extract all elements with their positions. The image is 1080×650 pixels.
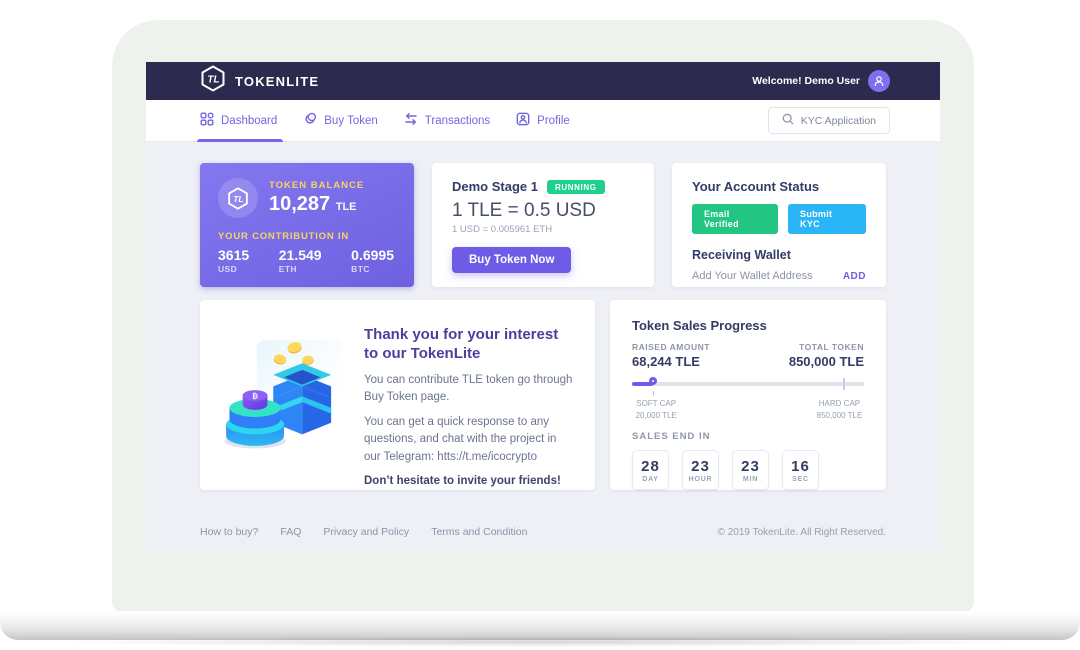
nav-tab-buy-token[interactable]: Buy Token bbox=[303, 100, 378, 142]
total-token-block: TOTAL TOKEN 850,000 TLE bbox=[789, 342, 864, 369]
sale-stage-card: Demo Stage 1 RUNNING 1 TLE = 0.5 USD 1 U… bbox=[432, 163, 654, 287]
tokenlite-app-window: TL TOKENLITE Welcome! Demo User bbox=[146, 62, 940, 552]
account-status-title: Your Account Status bbox=[692, 179, 866, 194]
dashboard-icon bbox=[200, 112, 214, 129]
countdown-days: 28 DAY bbox=[632, 450, 669, 490]
contribution-row: 3615 USD 21.549 ETH 0.6995 BTC bbox=[218, 247, 396, 274]
token-balance-label: TOKEN BALANCE bbox=[269, 180, 364, 191]
token-sales-progress-card: Token Sales Progress RAISED AMOUNT 68,24… bbox=[610, 300, 886, 490]
token-logo-icon: TL bbox=[218, 178, 258, 218]
token-balance-unit: TLE bbox=[336, 201, 357, 213]
welcome-user-text: Welcome! Demo User bbox=[752, 75, 860, 87]
kyc-application-button[interactable]: KYC Application bbox=[768, 107, 890, 134]
submit-kyc-badge[interactable]: Submit KYC bbox=[788, 204, 866, 234]
copyright-text: © 2019 TokenLite. All Right Reserved. bbox=[718, 527, 886, 538]
thanks-paragraph-2: You can get a quick response to any ques… bbox=[364, 414, 573, 466]
contribution-btc: 0.6995 BTC bbox=[351, 247, 394, 274]
sales-end-label: SALES END IN bbox=[632, 431, 864, 442]
invite-friends-line: Don’t hesitate to invite your friends! bbox=[364, 475, 573, 487]
add-wallet-link[interactable]: ADD bbox=[843, 271, 866, 282]
nav-tab-dashboard[interactable]: Dashboard bbox=[200, 100, 277, 142]
hard-cap-label-block: HARD CAP 850,000 TLE bbox=[817, 398, 863, 422]
thanks-paragraph-1: You can contribute TLE token go through … bbox=[364, 372, 573, 407]
user-icon bbox=[872, 74, 886, 88]
welcome-info-card: ₿ Thank you for your interest to our Tok… bbox=[200, 300, 595, 490]
nav-tab-label: Profile bbox=[537, 115, 570, 127]
soft-cap-label-block: SOFT CAP 20,000 TLE bbox=[636, 398, 677, 422]
coins-stack-illustration: ₿ bbox=[222, 327, 346, 464]
account-status-card: Your Account Status Email Verified Submi… bbox=[672, 163, 886, 287]
buy-token-now-button[interactable]: Buy Token Now bbox=[452, 247, 571, 273]
nav-tab-transactions[interactable]: Transactions bbox=[404, 100, 490, 142]
nav-tab-label: Buy Token bbox=[324, 115, 378, 127]
main-navbar: Dashboard Buy Token bbox=[146, 100, 940, 142]
profile-icon bbox=[516, 112, 530, 129]
raised-amount-value: 68,244 TLE bbox=[632, 354, 710, 369]
countdown-hours: 23 HOUR bbox=[682, 450, 719, 490]
countdown-seconds: 16 SEC bbox=[782, 450, 819, 490]
soft-cap-tick bbox=[653, 391, 654, 396]
progress-track bbox=[632, 382, 864, 386]
footer-link-privacy[interactable]: Privacy and Policy bbox=[323, 526, 409, 538]
receiving-wallet-title: Receiving Wallet bbox=[692, 248, 866, 262]
nav-tab-label: Dashboard bbox=[221, 115, 277, 127]
laptop-mockup: TL TOKENLITE Welcome! Demo User bbox=[0, 0, 1080, 650]
countdown-minutes: 23 MIN bbox=[732, 450, 769, 490]
svg-text:₿: ₿ bbox=[252, 391, 258, 400]
progress-title: Token Sales Progress bbox=[632, 318, 864, 333]
contribution-eth: 21.549 ETH bbox=[279, 247, 322, 274]
brand-hexagon-icon: TL bbox=[200, 65, 226, 97]
token-balance-card: TL TOKEN BALANCE 10,287 TLE YOUR CONTRIB… bbox=[200, 163, 414, 287]
svg-text:TL: TL bbox=[233, 193, 243, 203]
raised-amount-block: RAISED AMOUNT 68,244 TLE bbox=[632, 342, 710, 369]
app-footer: How to buy? FAQ Privacy and Policy Terms… bbox=[200, 526, 886, 538]
thanks-title: Thank you for your interest to our Token… bbox=[364, 326, 573, 364]
token-rate: 1 TLE = 0.5 USD bbox=[452, 200, 634, 222]
brand-logo-group[interactable]: TL TOKENLITE bbox=[200, 65, 319, 97]
kyc-button-label: KYC Application bbox=[801, 115, 876, 127]
email-verified-badge[interactable]: Email Verified bbox=[692, 204, 778, 234]
token-balance-amount: 10,287 TLE bbox=[269, 193, 364, 216]
coins-icon bbox=[303, 112, 317, 129]
countdown-timer: 28 DAY 23 HOUR 23 MIN 16 bbox=[632, 450, 864, 490]
top-header-bar: TL TOKENLITE Welcome! Demo User bbox=[146, 62, 940, 100]
svg-text:TL: TL bbox=[207, 75, 219, 86]
user-avatar[interactable] bbox=[868, 70, 890, 92]
brand-name: TOKENLITE bbox=[235, 74, 319, 89]
contribution-usd: 3615 USD bbox=[218, 247, 249, 274]
hard-cap-tick bbox=[843, 378, 845, 390]
footer-link-terms[interactable]: Terms and Condition bbox=[431, 526, 527, 538]
dashboard-content: TL TOKEN BALANCE 10,287 TLE YOUR CONTRIB… bbox=[146, 142, 940, 538]
nav-tab-label: Transactions bbox=[425, 115, 490, 127]
footer-link-how-to-buy[interactable]: How to buy? bbox=[200, 526, 258, 538]
total-token-value: 850,000 TLE bbox=[789, 354, 864, 369]
kyc-stamp-icon bbox=[782, 113, 794, 128]
running-status-badge: RUNNING bbox=[547, 180, 605, 194]
wallet-address-hint: Add Your Wallet Address bbox=[692, 270, 813, 282]
stage-title: Demo Stage 1 bbox=[452, 179, 538, 194]
contribution-label: YOUR CONTRIBUTION IN bbox=[218, 231, 396, 242]
sales-progress-slider bbox=[632, 377, 864, 391]
nav-tab-profile[interactable]: Profile bbox=[516, 100, 570, 142]
footer-link-faq[interactable]: FAQ bbox=[280, 526, 301, 538]
swap-arrows-icon bbox=[404, 112, 418, 129]
laptop-base bbox=[0, 611, 1080, 640]
token-sub-rate: 1 USD = 0.005961 ETH bbox=[452, 224, 634, 235]
progress-knob[interactable] bbox=[649, 377, 657, 385]
